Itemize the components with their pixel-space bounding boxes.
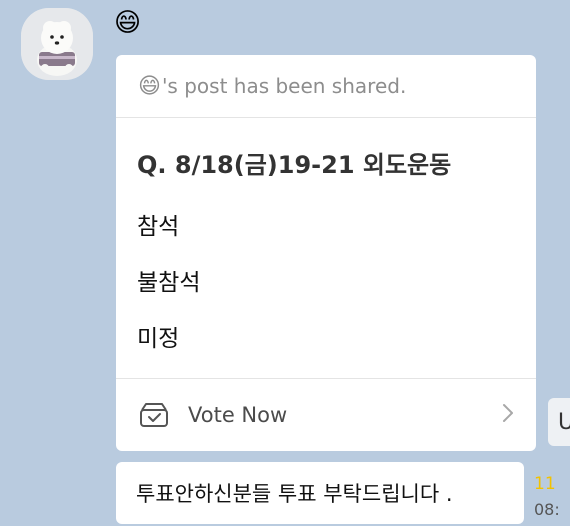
vote-now-label: Vote Now <box>188 403 288 427</box>
message-time: 08: <box>534 500 560 519</box>
avatar[interactable] <box>21 8 93 80</box>
card-header: 😄 's post has been shared. <box>116 55 536 118</box>
header-text: 's post has been shared. <box>161 74 407 98</box>
vote-option: 미정 <box>137 326 180 352</box>
vote-question: Q. 8/18(금)19-21 외도운동 <box>137 151 452 179</box>
ballot-box-icon <box>140 403 168 427</box>
vote-option: 불참석 <box>137 270 201 296</box>
vote-card[interactable]: 😄 's post has been shared. Q. 8/18(금)19-… <box>116 55 536 451</box>
header-emoji: 😄 <box>138 73 161 99</box>
sender-name: 😄 <box>114 8 142 38</box>
unread-count: 11 <box>534 474 556 494</box>
side-tab-label: U <box>558 409 570 435</box>
message-text: 투표안하신분들 투표 부탁드립니다 . <box>136 482 453 506</box>
vote-now-button[interactable]: Vote Now <box>116 378 536 451</box>
message-bubble[interactable]: 투표안하신분들 투표 부탁드립니다 . <box>116 462 524 524</box>
vote-option: 참석 <box>137 214 180 240</box>
chevron-right-icon <box>503 404 513 422</box>
side-tab[interactable]: U <box>548 398 570 446</box>
